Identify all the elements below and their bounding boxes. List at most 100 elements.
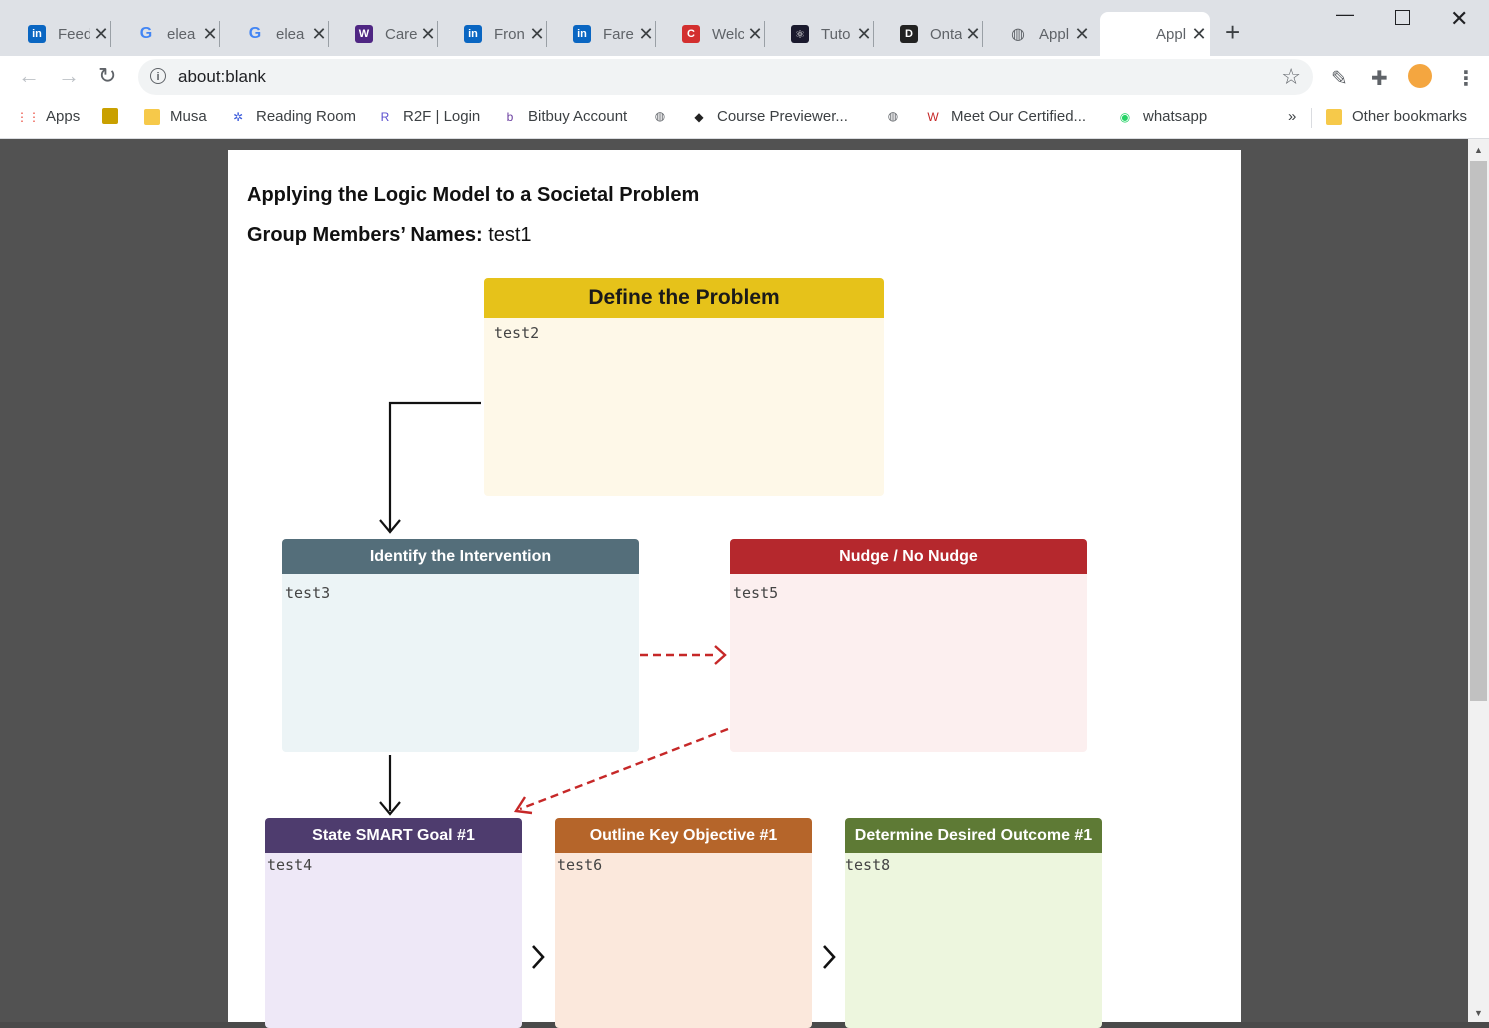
tab-title[interactable]: Appl <box>1156 26 1188 43</box>
profile-avatar[interactable] <box>1408 64 1432 88</box>
google-icon: G <box>248 25 262 42</box>
tab-2[interactable]: Gelea ✕ <box>220 12 329 56</box>
intervention-field[interactable]: test3 <box>282 574 639 752</box>
vertical-scrollbar[interactable]: ▲ ▼ <box>1468 139 1489 1022</box>
bookmark-whatsapp[interactable]: ◉ whatsapp <box>1117 108 1207 125</box>
bookmark-globe-icon[interactable]: ◍ <box>885 108 911 124</box>
tab-close-icon[interactable]: ✕ <box>201 24 219 44</box>
tab-10[interactable]: Appl ✕ <box>1100 12 1210 56</box>
scroll-up-arrow-icon[interactable]: ▲ <box>1474 145 1483 155</box>
nudge-box: Nudge / No Nudge test5 <box>730 539 1087 752</box>
tab-9[interactable]: ◍ Appl ✕ <box>983 12 1092 56</box>
tab-title[interactable]: Onta <box>930 26 962 43</box>
other-bookmarks-folder[interactable]: Other bookmarks <box>1326 108 1467 125</box>
tab-7[interactable]: ⚛ Tuto ✕ <box>765 12 874 56</box>
bitbuy-icon: b <box>506 109 514 124</box>
nudge-header: Nudge / No Nudge <box>730 539 1087 574</box>
tab-close-icon[interactable]: ✕ <box>528 24 546 44</box>
western-crest-icon: W <box>355 25 373 43</box>
tab-close-icon[interactable]: ✕ <box>1073 24 1091 44</box>
minimize-button[interactable]: — <box>1336 4 1354 25</box>
bookmark-meet-our-certified[interactable]: W Meet Our Certified... <box>925 108 1086 125</box>
intervention-box: Identify the Intervention test3 <box>282 539 639 752</box>
desired-outcome-header: Determine Desired Outcome #1 <box>845 818 1102 853</box>
whatsapp-icon: ◉ <box>1119 109 1131 124</box>
desired-outcome-field[interactable]: test8 <box>845 853 1102 1028</box>
scrollbar-thumb[interactable] <box>1470 161 1487 701</box>
forward-button[interactable]: → <box>58 64 80 88</box>
wb-logo-icon: W <box>927 109 939 124</box>
close-window-button[interactable]: ✕ <box>1450 6 1468 32</box>
blank-page-icon <box>1126 25 1144 43</box>
tab-title[interactable]: Fare <box>603 26 635 43</box>
new-tab-button[interactable]: + <box>1225 18 1240 46</box>
tab-title[interactable]: Care <box>385 26 417 43</box>
bookmark-reading-room[interactable]: ✲ Reading Room <box>230 108 356 125</box>
bookmark-apps[interactable]: ⋮⋮ Apps <box>16 108 80 125</box>
maximize-button[interactable] <box>1395 10 1410 25</box>
google-icon: G <box>139 25 153 42</box>
document-page: Applying the Logic Model to a Societal P… <box>228 150 1241 1028</box>
eyedropper-extension-icon[interactable]: ✎ <box>1331 66 1348 91</box>
reload-button[interactable]: ↻ <box>98 64 116 88</box>
back-button[interactable]: ← <box>18 64 40 88</box>
bookmarks-overflow-button[interactable]: » <box>1288 108 1296 125</box>
tab-title[interactable]: Appl <box>1039 26 1071 43</box>
tab-title[interactable]: Feed <box>58 26 90 43</box>
bookmark-label: Bitbuy Account <box>528 108 628 125</box>
bookmark-turtle-icon[interactable]: ● <box>102 108 128 124</box>
bookmark-course-previewer[interactable]: ◆ Course Previewer... <box>691 108 848 125</box>
pdf-viewport: Applying the Logic Model to a Societal P… <box>0 139 1468 1028</box>
extensions-puzzle-icon[interactable]: ✚ <box>1371 66 1388 91</box>
folder-icon: ■ <box>144 108 160 125</box>
tab-5[interactable]: in Fare ✕ <box>547 12 656 56</box>
tab-close-icon[interactable]: ✕ <box>92 24 110 44</box>
scroll-down-arrow-icon[interactable]: ▼ <box>1474 1008 1483 1018</box>
c-logo-icon: C <box>682 25 700 43</box>
bookmark-r2f-login[interactable]: R R2F | Login <box>377 108 481 125</box>
key-objective-field[interactable]: test6 <box>555 853 812 1028</box>
dms-icon: D <box>900 25 918 43</box>
define-problem-field[interactable]: test2 <box>484 318 884 496</box>
key-objective-box: Outline Key Objective #1 test6 <box>555 818 812 1028</box>
site-info-icon[interactable]: i <box>150 68 166 84</box>
objective-to-outcome-chevron <box>823 945 836 969</box>
tab-close-icon[interactable]: ✕ <box>964 24 982 44</box>
tab-close-icon[interactable]: ✕ <box>746 24 764 44</box>
tab-title[interactable]: Fron <box>494 26 526 43</box>
tab-close-icon[interactable]: ✕ <box>855 24 873 44</box>
tab-1[interactable]: Gelea ✕ <box>111 12 220 56</box>
tab-title[interactable]: Tuto <box>821 26 853 43</box>
tab-strip: in Feed ✕ Gelea ✕ Gelea ✕ W Care ✕ in Fron ✕ in Fare ✕ C… <box>0 0 1489 56</box>
tab-close-icon[interactable]: ✕ <box>419 24 437 44</box>
url-text[interactable]: about:blank <box>178 67 266 87</box>
bookmark-star-icon[interactable]: ☆ <box>1281 64 1301 90</box>
bookmark-bitbuy-account[interactable]: b Bitbuy Account <box>502 108 628 125</box>
tab-close-icon[interactable]: ✕ <box>1190 24 1208 44</box>
group-members-field[interactable]: test1 <box>488 224 531 246</box>
address-bar[interactable]: i about:blank ☆ <box>138 59 1313 95</box>
smart-goal-field[interactable]: test4 <box>265 853 522 1028</box>
bookmark-globe-icon[interactable]: ◍ <box>652 108 678 124</box>
tab-title[interactable]: Welc <box>712 26 744 43</box>
problem-to-intervention-arrowhead <box>379 519 401 534</box>
globe-icon: ◍ <box>887 109 899 123</box>
tab-close-icon[interactable]: ✕ <box>310 24 328 44</box>
menu-kebab-icon[interactable]: ⋮ <box>1456 66 1476 91</box>
bookmark-musa[interactable]: ■ Musa <box>144 108 207 125</box>
tab-4[interactable]: in Fron ✕ <box>438 12 547 56</box>
tab-0[interactable]: in Feed ✕ <box>2 12 111 56</box>
tab-close-icon[interactable]: ✕ <box>637 24 655 44</box>
nudge-field[interactable]: test5 <box>730 574 1087 752</box>
group-members-line: Group Members’ Names: test1 <box>247 224 532 247</box>
react-icon: ⚛ <box>791 25 809 43</box>
tab-title[interactable]: elea <box>167 26 199 43</box>
folder-icon <box>1326 108 1342 125</box>
tab-title[interactable]: elea <box>276 26 308 43</box>
smart-goal-box: State SMART Goal #1 test4 <box>265 818 522 1028</box>
nudge-to-goal-arrowhead <box>513 796 533 815</box>
tab-8[interactable]: D Onta ✕ <box>874 12 983 56</box>
globe-icon: ◍ <box>1011 26 1025 43</box>
tab-6[interactable]: C Welc ✕ <box>656 12 765 56</box>
tab-3[interactable]: W Care ✕ <box>329 12 438 56</box>
